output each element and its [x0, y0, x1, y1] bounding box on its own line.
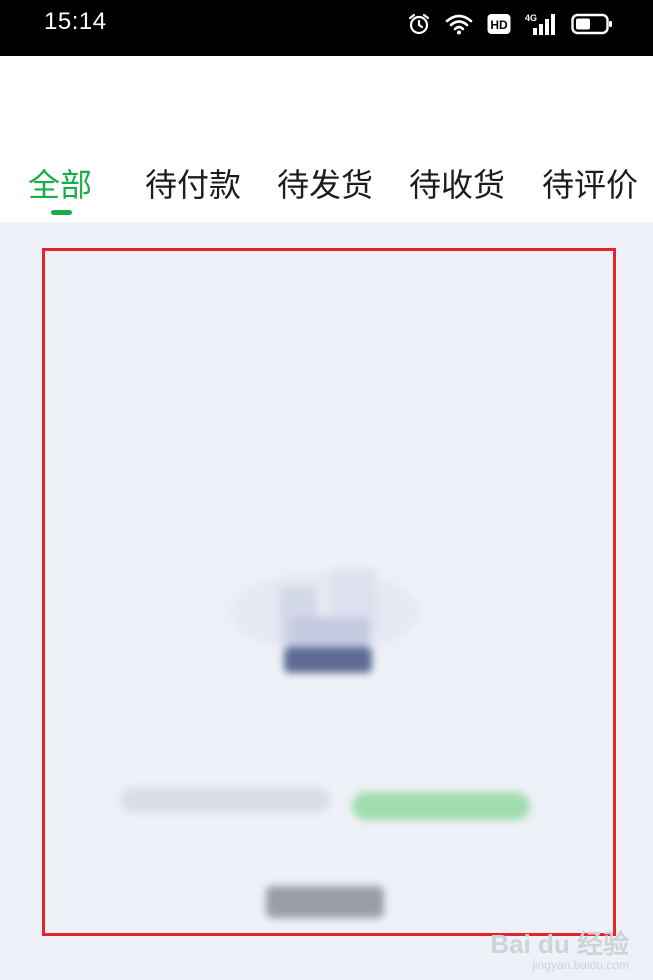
battery-icon	[571, 13, 613, 35]
svg-text:4G: 4G	[525, 13, 537, 23]
order-list-content: Bai du 经验 jingyan.baidu.com	[0, 222, 653, 980]
tab-pending-review[interactable]: 待评价	[542, 160, 638, 206]
svg-text:HD: HD	[490, 18, 508, 32]
wifi-icon	[445, 13, 473, 35]
alarm-icon	[407, 12, 431, 36]
status-icons: HD 4G	[407, 10, 613, 38]
empty-state-button-placeholder	[266, 886, 384, 918]
active-tab-indicator	[51, 210, 72, 215]
empty-state-text-placeholder	[120, 788, 330, 812]
tab-pending-shipment[interactable]: 待发货	[277, 160, 373, 206]
tab-pending-receipt[interactable]: 待收货	[409, 160, 505, 206]
watermark-sub: jingyan.baidu.com	[532, 958, 629, 972]
tab-all[interactable]: 全部	[28, 160, 92, 206]
tab-pending-payment[interactable]: 待付款	[145, 160, 241, 206]
status-time: 15:14	[44, 8, 107, 35]
status-bar: 15:14 HD 4G	[0, 0, 653, 56]
order-tabs: 全部 待付款 待发货 待收货 待评价	[0, 160, 653, 220]
empty-state-link-placeholder	[352, 792, 530, 820]
empty-state-illustration	[220, 557, 430, 687]
signal-4g-icon: 4G	[525, 12, 557, 36]
watermark-main: Bai du 经验	[490, 929, 629, 959]
hd-icon: HD	[487, 13, 511, 35]
watermark: Bai du 经验 jingyan.baidu.com	[490, 930, 629, 972]
